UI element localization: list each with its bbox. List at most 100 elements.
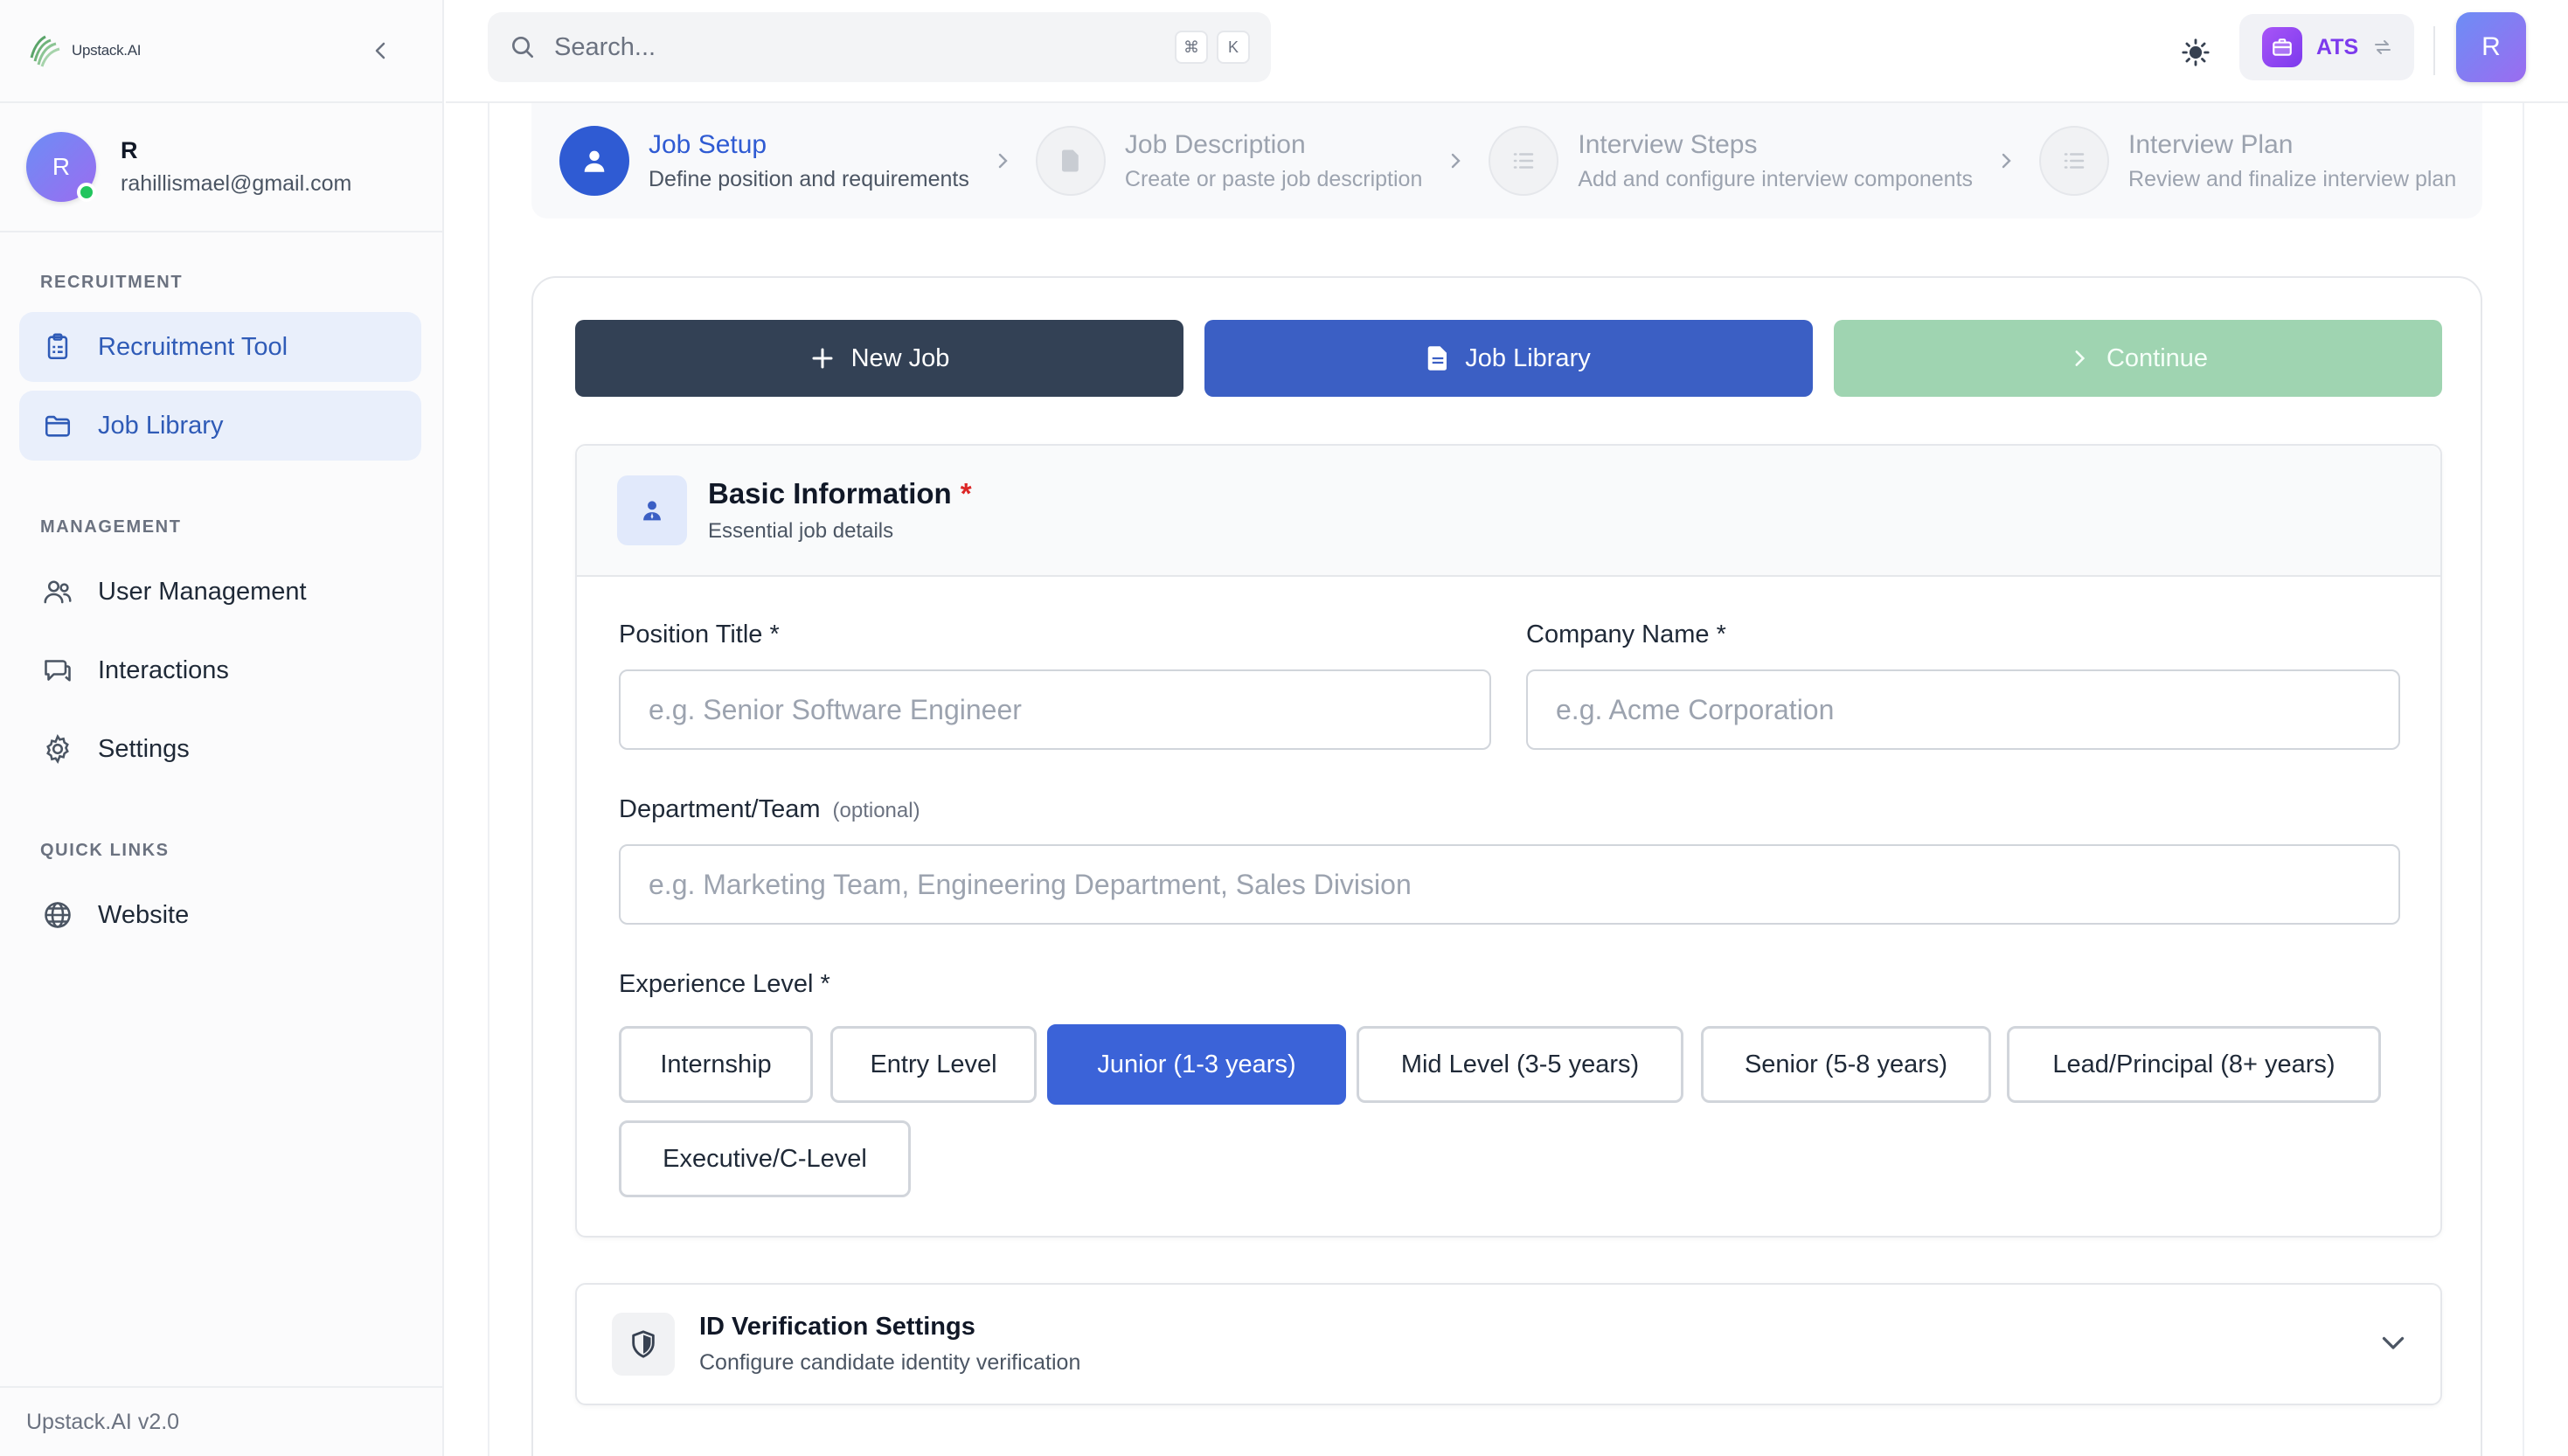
required-marker: * xyxy=(960,477,972,510)
chevron-right-icon xyxy=(998,153,1008,169)
chevron-right-icon xyxy=(1452,153,1461,169)
step-title: Job Description xyxy=(1124,129,1306,159)
new-job-button[interactable]: New Job xyxy=(575,320,1183,397)
stepper: Job Setup Define position and requiremen… xyxy=(531,103,2482,218)
sidebar-item-job-library[interactable]: Job Library xyxy=(19,391,421,461)
sidebar-item-recruitment-tool[interactable]: Recruitment Tool xyxy=(19,312,421,382)
user-icon xyxy=(584,150,605,172)
ats-switch-button[interactable]: ATS xyxy=(2239,14,2414,80)
logo-row: Upstack.AI xyxy=(0,0,442,103)
position-title-input[interactable]: e.g. Senior Software Engineer xyxy=(619,669,1491,750)
section-label-recruitment: RECRUITMENT xyxy=(40,273,184,292)
experience-chip-entry-level[interactable]: Entry Level xyxy=(830,1026,1037,1103)
sidebar-item-label: Website xyxy=(98,900,190,929)
experience-chip-junior[interactable]: Junior (1-3 years) xyxy=(1047,1024,1346,1105)
company-name-input[interactable]: e.g. Acme Corporation xyxy=(1526,669,2400,750)
list-icon xyxy=(1514,153,1534,169)
search-input[interactable]: Search... ⌘ K xyxy=(488,12,1271,82)
sidebar-item-label: User Management xyxy=(98,577,307,606)
section-title: Basic Information * xyxy=(708,477,972,510)
job-library-label: Job Library xyxy=(1465,343,1591,372)
experience-chip-executive[interactable]: Executive/C-Level xyxy=(619,1120,911,1197)
online-status-dot xyxy=(77,183,96,202)
department-label-text: Department/Team xyxy=(619,795,821,823)
job-library-button[interactable]: Job Library xyxy=(1204,320,1813,397)
chip-label: Internship xyxy=(660,1050,772,1078)
app-version: Upstack.AI v2.0 xyxy=(0,1386,442,1456)
sidebar-item-label: Job Library xyxy=(98,411,224,440)
topbar: Search... ⌘ K ATS R xyxy=(446,0,2568,103)
document-icon xyxy=(1428,346,1447,371)
id-verification-subtitle: Configure candidate identity verificatio… xyxy=(699,1350,1081,1375)
continue-button[interactable]: Continue xyxy=(1834,320,2442,397)
plus-icon xyxy=(812,348,833,369)
step-circle xyxy=(559,126,629,196)
sidebar: Upstack.AI R R rahillismael@gmail.com RE… xyxy=(0,0,444,1456)
folder-icon xyxy=(40,408,75,443)
ats-label: ATS xyxy=(2316,34,2359,59)
document-icon xyxy=(1061,149,1079,172)
briefcase-icon xyxy=(2262,27,2302,67)
step-title: Interview Steps xyxy=(1578,129,1758,159)
experience-level-label: Experience Level * xyxy=(619,970,830,998)
continue-label: Continue xyxy=(2106,343,2209,372)
search-placeholder: Search... xyxy=(554,32,656,61)
sidebar-item-interactions[interactable]: Interactions xyxy=(19,635,421,705)
department-input[interactable]: e.g. Marketing Team, Engineering Departm… xyxy=(619,844,2400,925)
main-content: Job Setup Define position and requiremen… xyxy=(488,103,2524,1456)
clipboard-icon xyxy=(40,329,75,364)
sidebar-item-label: Interactions xyxy=(98,655,229,684)
chevron-down-icon[interactable] xyxy=(2377,1327,2409,1358)
optional-hint: (optional) xyxy=(832,799,920,822)
chevron-left-icon xyxy=(375,42,385,59)
step-circle xyxy=(1489,126,1559,196)
new-job-label: New Job xyxy=(850,343,950,372)
user-avatar-button[interactable]: R xyxy=(2456,12,2526,82)
logo-text: Upstack.AI xyxy=(72,42,142,59)
list-icon xyxy=(2064,153,2085,169)
person-badge-icon xyxy=(617,475,687,545)
job-setup-form: New Job Job Library Continue Basic Infor… xyxy=(531,276,2482,1456)
section-label-management: MANAGEMENT xyxy=(40,517,182,537)
theme-toggle-button[interactable] xyxy=(2169,26,2222,79)
step-title: Job Setup xyxy=(649,129,767,159)
sidebar-item-settings[interactable]: Settings xyxy=(19,714,421,784)
experience-chip-lead-principal[interactable]: Lead/Principal (8+ years) xyxy=(2007,1026,2381,1103)
gear-icon xyxy=(40,731,75,766)
section-label-quick-links: QUICK LINKS xyxy=(40,841,170,860)
globe-icon xyxy=(40,898,75,933)
chip-label: Executive/C-Level xyxy=(663,1144,867,1173)
experience-chip-mid-level[interactable]: Mid Level (3-5 years) xyxy=(1357,1026,1683,1103)
department-placeholder: e.g. Marketing Team, Engineering Departm… xyxy=(649,868,1412,900)
chip-label: Junior (1-3 years) xyxy=(1097,1050,1296,1078)
company-name-placeholder: e.g. Acme Corporation xyxy=(1556,693,1835,725)
avatar: R xyxy=(26,132,96,202)
profile-email: rahillismael@gmail.com xyxy=(121,171,352,196)
position-title-label: Position Title * xyxy=(619,621,780,648)
id-verification-section[interactable]: ID Verification Settings Configure candi… xyxy=(575,1283,2442,1405)
step-job-description[interactable]: Job Description Create or paste job desc… xyxy=(1035,126,1422,196)
step-job-setup[interactable]: Job Setup Define position and requiremen… xyxy=(559,126,969,196)
sidebar-item-website[interactable]: Website xyxy=(19,880,421,950)
section-subtitle: Essential job details xyxy=(708,519,894,543)
id-verification-title: ID Verification Settings xyxy=(699,1313,975,1341)
company-name-label: Company Name * xyxy=(1526,621,1726,648)
step-interview-steps[interactable]: Interview Steps Add and configure interv… xyxy=(1489,126,1973,196)
chevron-right-icon xyxy=(2002,153,2011,169)
logo[interactable]: Upstack.AI xyxy=(26,31,142,70)
collapse-sidebar-button[interactable] xyxy=(362,31,400,70)
position-title-placeholder: e.g. Senior Software Engineer xyxy=(649,693,1022,725)
step-subtitle: Add and configure interview components xyxy=(1578,166,1974,191)
users-icon xyxy=(40,574,75,609)
shield-icon xyxy=(612,1313,675,1376)
step-circle xyxy=(1035,126,1106,196)
chat-icon xyxy=(40,653,75,688)
step-circle xyxy=(2039,126,2110,196)
user-profile[interactable]: R R rahillismael@gmail.com xyxy=(0,103,442,232)
department-label: Department/Team (optional) xyxy=(619,795,920,824)
step-interview-plan[interactable]: Interview Plan Review and finalize inter… xyxy=(2039,126,2456,196)
step-title: Interview Plan xyxy=(2128,129,2294,159)
sidebar-item-user-management[interactable]: User Management xyxy=(19,557,421,627)
experience-chip-senior[interactable]: Senior (5-8 years) xyxy=(1701,1026,1991,1103)
experience-chip-internship[interactable]: Internship xyxy=(619,1026,813,1103)
